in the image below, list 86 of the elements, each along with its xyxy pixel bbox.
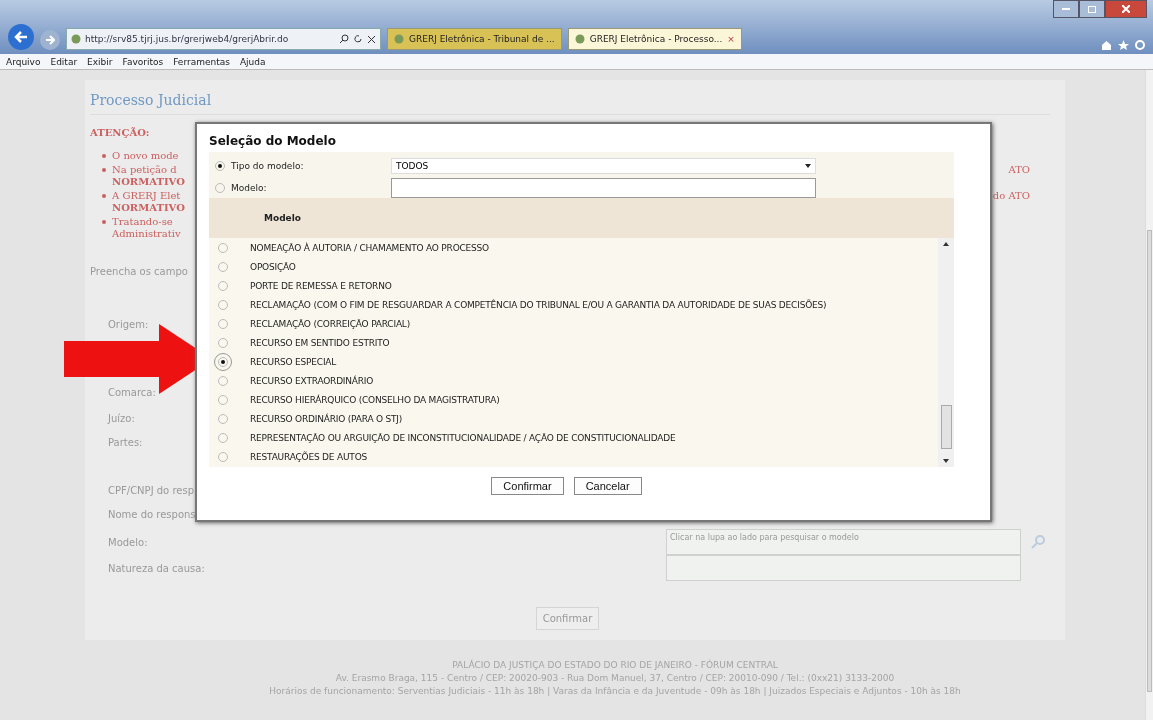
minimize-button[interactable] <box>1053 0 1079 18</box>
url-text: http://srv85.tjrj.jus.br/grerjweb4/grerjAbrir.do <box>85 34 290 44</box>
maximize-button[interactable] <box>1079 0 1105 18</box>
menu-item[interactable]: Exibir <box>87 56 113 67</box>
dialog-title: Seleção do Modelo <box>209 133 337 150</box>
model-option[interactable]: REPRESENTAÇÃO OU ARGUIÇÃO DE INCONSTITUCIONALIDADE / AÇÃO DE CONSTITUCIONALIDADE <box>250 432 676 443</box>
notice-text: Na petição d <box>112 164 177 176</box>
field-label: Nome do respons <box>108 508 196 520</box>
input-field[interactable] <box>666 555 1021 581</box>
tab-title: GRERJ Eletrônica - Processo... <box>589 34 723 44</box>
notice-text: ATO <box>1008 164 1031 177</box>
refresh-icon[interactable] <box>353 34 363 44</box>
field-label: Comarca: <box>108 386 156 398</box>
notice-text: Tratando-se <box>112 216 173 228</box>
close-tab-icon[interactable]: × <box>727 34 735 44</box>
bullet-icon <box>102 168 106 172</box>
globe-icon <box>71 34 81 44</box>
gear-icon[interactable] <box>1135 40 1145 50</box>
home-icon[interactable] <box>1101 40 1112 50</box>
star-icon[interactable] <box>1118 40 1129 50</box>
bullet-icon <box>102 194 106 198</box>
maximize-icon <box>1088 5 1096 13</box>
menu-item[interactable]: Arquivo <box>6 56 41 67</box>
model-option[interactable]: RECURSO ESPECIAL <box>250 356 337 367</box>
type-dropdown[interactable]: TODOS <box>391 158 816 174</box>
close-button[interactable] <box>1105 0 1147 18</box>
footer-text: Av. Erasmo Braga, 115 - Centro / CEP: 20020-903 - Rua Dom Manuel, 37, Centro / CEP: 20010-090 / Tel.: (0xx21) 3133-2000 <box>335 673 895 683</box>
model-option[interactable]: NOMEAÇÃO À AUTORIA / CHAMAMENTO AO PROCESSO <box>250 242 489 253</box>
input-field[interactable] <box>391 178 816 198</box>
instruction-text: Preencha os campo <box>90 266 188 277</box>
column-header: Modelo <box>209 198 954 238</box>
model-option[interactable]: RECURSO ORDINÁRIO (PARA O STJ) <box>250 413 403 424</box>
browser-tab[interactable]: GRERJ Eletrônica - Processo... × <box>567 28 742 50</box>
menu-item[interactable]: Ajuda <box>239 56 266 67</box>
scroll-up-arrow-icon[interactable] <box>943 242 949 246</box>
filter-label: Modelo: <box>231 183 268 193</box>
attention-heading: ATENÇÃO: <box>90 127 151 138</box>
field-label: CPF/CNPJ do resp <box>108 484 194 496</box>
notice-text: do ATO <box>992 190 1031 203</box>
field-label: Partes: <box>108 436 143 448</box>
field-label: Natureza da causa: <box>108 562 205 574</box>
forward-button[interactable] <box>40 30 60 50</box>
forward-arrow-icon <box>45 35 55 45</box>
model-option[interactable]: PORTE DE REMESSA E RETORNO <box>250 280 392 291</box>
notice-text: O novo mode <box>112 150 179 162</box>
search-icon[interactable] <box>339 34 349 44</box>
tab-title: GRERJ Eletrônica - Tribunal de ... <box>409 34 555 44</box>
globe-icon <box>574 34 585 44</box>
model-option[interactable]: RECURSO EM SENTIDO ESTRITO <box>250 337 390 348</box>
menu-item[interactable]: Ferramentas <box>173 56 230 67</box>
scroll-down-arrow-icon[interactable] <box>943 459 949 463</box>
minimize-icon <box>1062 8 1070 10</box>
browser-tab[interactable]: GRERJ Eletrônica - Tribunal de ... <box>387 28 562 50</box>
notice-text: A GRERJ Elet <box>112 190 181 202</box>
model-option[interactable]: RECLAMAÇÃO (CORREIÇÃO PARCIAL) <box>250 318 410 329</box>
scroll-thumb[interactable] <box>940 405 952 449</box>
field-label: Juízo: <box>108 412 135 424</box>
footer-text: PALÁCIO DA JUSTIÇA DO ESTADO DO RIO DE JANEIRO - FÓRUM CENTRAL <box>452 660 778 670</box>
globe-icon <box>394 34 404 44</box>
address-bar[interactable]: http://srv85.tjrj.jus.br/grerjweb4/grerjAbrir.do <box>66 28 381 50</box>
cancel-button[interactable]: Cancelar <box>573 477 642 495</box>
filter-label: Tipo do modelo: <box>231 161 305 171</box>
model-option[interactable]: RECLAMAÇÃO (COM O FIM DE RESGUARDAR A COMPETÊNCIA DO TRIBUNAL E/OU A GARANTIA DA AUTORIDADE DE SUAS DECISÕES) <box>250 299 827 310</box>
notice-text: NORMATIVO <box>112 202 185 214</box>
model-option[interactable]: RECURSO HIERÁRQUICO (CONSELHO DA MAGISTRATURA) <box>250 394 500 405</box>
page-scrollbar[interactable] <box>1145 70 1153 720</box>
model-option[interactable]: RESTAURAÇÕES DE AUTOS <box>250 451 368 462</box>
notice-text: Administrativ <box>112 228 181 240</box>
notice-text: NORMATIVO <box>112 176 185 188</box>
close-icon <box>1122 5 1130 13</box>
model-option[interactable]: OPOSIÇÃO <box>250 261 296 272</box>
bullet-icon <box>102 154 106 158</box>
bullet-icon <box>102 220 106 224</box>
confirm-button[interactable]: Confirmar <box>491 477 564 495</box>
model-option[interactable]: RECURSO EXTRAORDINÁRIO <box>250 375 374 386</box>
field-label: Modelo: <box>108 536 148 548</box>
list-scrollbar[interactable] <box>938 238 954 467</box>
page-title: Processo Judicial <box>90 92 1050 115</box>
menu-item[interactable]: Editar <box>50 56 78 67</box>
menu-item[interactable]: Favoritos <box>122 56 164 67</box>
dropdown-arrow-icon <box>805 164 811 168</box>
field-label: Origem: <box>108 318 149 330</box>
stop-icon[interactable] <box>367 34 376 44</box>
back-arrow-icon <box>14 31 28 43</box>
scroll-thumb[interactable] <box>1147 230 1152 692</box>
back-button[interactable] <box>8 24 34 50</box>
